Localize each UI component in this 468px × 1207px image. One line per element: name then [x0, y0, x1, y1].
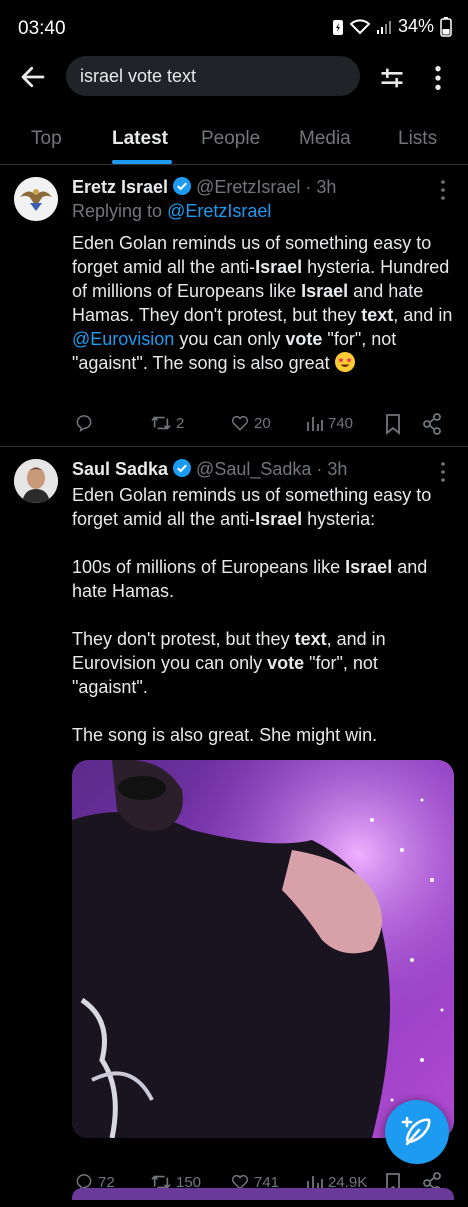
status-bar: 03:40 34%	[0, 0, 468, 56]
replying-to: Replying to @EretzIsrael	[72, 201, 271, 222]
display-name[interactable]: Eretz Israel	[72, 177, 168, 197]
tweet-text-part: hysteria:	[302, 509, 376, 529]
like-count: 20	[254, 414, 271, 432]
tweet-text-bold: Israel	[255, 257, 303, 277]
tweet-paragraph: Eden Golan reminds us of something easy …	[72, 483, 454, 531]
next-tweet-media-preview	[72, 1188, 454, 1200]
like-icon	[231, 415, 249, 431]
separator-dot: ·	[311, 459, 328, 479]
tweet-media-image[interactable]	[72, 760, 454, 1138]
tweet-text-bold: text	[294, 629, 327, 649]
tweet-time: 3h	[316, 177, 337, 197]
views-button[interactable]: 740	[306, 413, 353, 433]
tweet-text: Eden Golan reminds us of something easy …	[72, 483, 454, 747]
reply-icon	[76, 415, 92, 432]
bookmark-icon[interactable]	[384, 413, 402, 435]
repost-button[interactable]: 2	[150, 413, 184, 433]
status-time: 03:40	[18, 18, 66, 39]
avatar-eagle-image	[14, 177, 58, 221]
replying-to-handle[interactable]: @EretzIsrael	[167, 201, 271, 221]
views-icon	[307, 417, 323, 431]
tab-lists[interactable]: Lists	[398, 128, 437, 150]
wifi-icon	[349, 18, 370, 34]
battery-percent: 34%	[397, 16, 434, 36]
search-query: israel vote text	[80, 65, 197, 86]
tweet-header: Eretz Israel @EretzIsrael · 3h	[72, 176, 336, 198]
avatar-photo	[14, 459, 58, 503]
user-handle[interactable]: @EretzIsrael	[196, 177, 300, 197]
more-vertical-icon[interactable]	[440, 461, 446, 483]
star-struck-emoji	[334, 352, 355, 372]
tweet-text: Eden Golan reminds us of something easy …	[72, 231, 454, 375]
tweet-text-part: , and in	[393, 305, 453, 325]
tweet[interactable]: Eretz Israel @EretzIsrael · 3h Replying t…	[0, 165, 468, 445]
mention-link[interactable]: @Eurovision	[72, 329, 174, 349]
tweet-text-bold: text	[361, 305, 394, 325]
tweet-text-bold: vote	[267, 653, 305, 673]
active-tab-indicator	[112, 160, 172, 164]
tweet-text-bold: Israel	[345, 557, 393, 577]
tweet-text-bold: Israel	[301, 281, 349, 301]
tab-latest[interactable]: Latest	[112, 128, 168, 150]
search-tabs: Top Latest People Media Lists	[0, 112, 468, 165]
share-icon[interactable]	[422, 413, 442, 435]
user-handle[interactable]: @Saul_Sadka	[196, 459, 311, 479]
tweet-paragraph: The song is also great. She might win.	[72, 725, 378, 745]
repost-icon	[151, 416, 171, 430]
avatar[interactable]	[14, 177, 58, 221]
tab-people[interactable]: People	[201, 128, 260, 150]
tweet-paragraph: 100s of millions of Europeans like Israe…	[72, 555, 454, 603]
filter-icon[interactable]	[378, 64, 406, 92]
tweet-text-part: They don't protest, but they	[72, 629, 295, 649]
compose-icon	[401, 1116, 431, 1146]
tab-media[interactable]: Media	[299, 128, 351, 150]
tweet-actions: 2 20 740	[72, 413, 452, 437]
concert-photo	[72, 760, 454, 1138]
display-name[interactable]: Saul Sadka	[72, 459, 168, 479]
tweet-text-bold: vote	[285, 329, 323, 349]
battery-saver-icon	[332, 19, 343, 35]
tweet-text-part: you can only	[174, 329, 286, 349]
like-button[interactable]: 20	[230, 413, 271, 433]
search-header: israel vote text	[0, 56, 468, 100]
tab-top[interactable]: Top	[31, 128, 62, 150]
tweet-text-bold: Israel	[255, 509, 303, 529]
separator-dot: ·	[300, 177, 317, 197]
tweet-time: 3h	[327, 459, 348, 479]
more-vertical-icon[interactable]	[440, 179, 446, 201]
tweet-header: Saul Sadka @Saul_Sadka · 3h	[72, 458, 347, 480]
back-arrow-icon[interactable]	[18, 62, 48, 92]
verified-badge-icon	[173, 459, 192, 477]
verified-badge-icon	[173, 177, 192, 195]
battery-icon	[440, 16, 452, 37]
avatar[interactable]	[14, 459, 58, 503]
replying-to-label: Replying to	[72, 201, 163, 221]
tweet-text-part: Eden Golan reminds us of something easy …	[72, 485, 432, 529]
reply-button[interactable]	[74, 413, 94, 433]
search-input[interactable]: israel vote text	[66, 56, 360, 96]
views-count: 740	[328, 414, 354, 432]
signal-icon	[376, 20, 391, 34]
tweet-paragraph: They don't protest, but they text, and i…	[72, 627, 454, 699]
status-icons: 34%	[332, 16, 452, 37]
compose-button[interactable]	[385, 1100, 449, 1164]
tweet-text-part: 100s of millions of Europeans like	[72, 557, 346, 577]
repost-count: 2	[176, 414, 185, 432]
more-vertical-icon[interactable]	[428, 64, 448, 92]
